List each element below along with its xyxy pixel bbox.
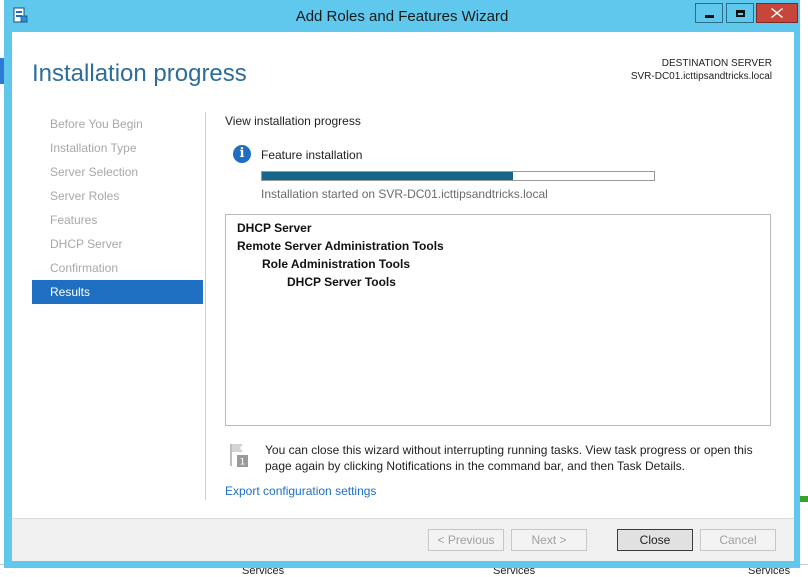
list-item: Role Administration Tools — [262, 257, 411, 271]
destination-server-name: SVR-DC01.icttipsandtricks.local — [630, 71, 772, 82]
list-item: Remote Server Administration Tools — [237, 239, 444, 253]
nav-item-server-roles: Server Roles — [50, 189, 120, 203]
results-list[interactable]: DHCP Server Remote Server Administration… — [225, 214, 771, 426]
background-status-indicator — [800, 496, 808, 502]
maximize-button[interactable] — [726, 3, 754, 23]
previous-button[interactable]: < Previous — [428, 529, 504, 551]
minimize-icon — [704, 14, 714, 18]
maximize-icon — [735, 9, 745, 17]
list-item: DHCP Server Tools — [287, 275, 396, 289]
nav-item-before-you-begin: Before You Begin — [50, 117, 143, 131]
flag-notification-icon: 1 — [230, 444, 248, 468]
installation-progress-bar — [261, 171, 655, 181]
destination-server-label: DESTINATION SERVER — [661, 58, 772, 69]
window-close-button[interactable] — [756, 3, 798, 23]
page-title: Installation progress — [32, 60, 247, 87]
nav-item-features: Features — [50, 213, 98, 227]
title-bar[interactable]: Add Roles and Features Wizard — [4, 0, 800, 32]
close-icon — [771, 8, 783, 18]
cancel-button[interactable]: Cancel — [700, 529, 776, 551]
info-icon: i — [233, 145, 251, 163]
wizard-client-area: Installation progress DESTINATION SERVER… — [12, 32, 794, 561]
nav-divider — [205, 112, 206, 500]
notice-text: You can close this wizard without interr… — [265, 443, 753, 473]
close-button[interactable]: Close — [617, 529, 693, 551]
list-item: DHCP Server — [237, 221, 312, 235]
progress-bar-fill — [262, 172, 513, 180]
next-button[interactable]: Next > — [511, 529, 587, 551]
wizard-footer: < Previous Next > Close Cancel — [12, 518, 794, 561]
nav-item-installation-type: Installation Type — [50, 141, 137, 155]
minimize-button[interactable] — [695, 3, 723, 23]
section-heading: View installation progress — [225, 114, 361, 128]
nav-item-server-selection: Server Selection — [50, 165, 139, 179]
wizard-window: Add Roles and Features Wizard Installati… — [4, 0, 800, 568]
wizard-nav: Before You Begin Installation Type Serve… — [32, 112, 203, 304]
nav-item-confirmation: Confirmation — [50, 261, 119, 275]
nav-item-dhcp-server: DHCP Server — [50, 237, 123, 251]
installation-status-text: Installation started on SVR-DC01.icttips… — [261, 187, 548, 201]
background-window-right — [800, 0, 808, 574]
export-configuration-link[interactable]: Export configuration settings — [225, 484, 376, 498]
nav-item-results[interactable]: Results — [32, 280, 203, 304]
window-title: Add Roles and Features Wizard — [295, 8, 509, 25]
notice-badge-count: 1 — [240, 458, 246, 468]
feature-installation-label: Feature installation — [261, 148, 363, 162]
